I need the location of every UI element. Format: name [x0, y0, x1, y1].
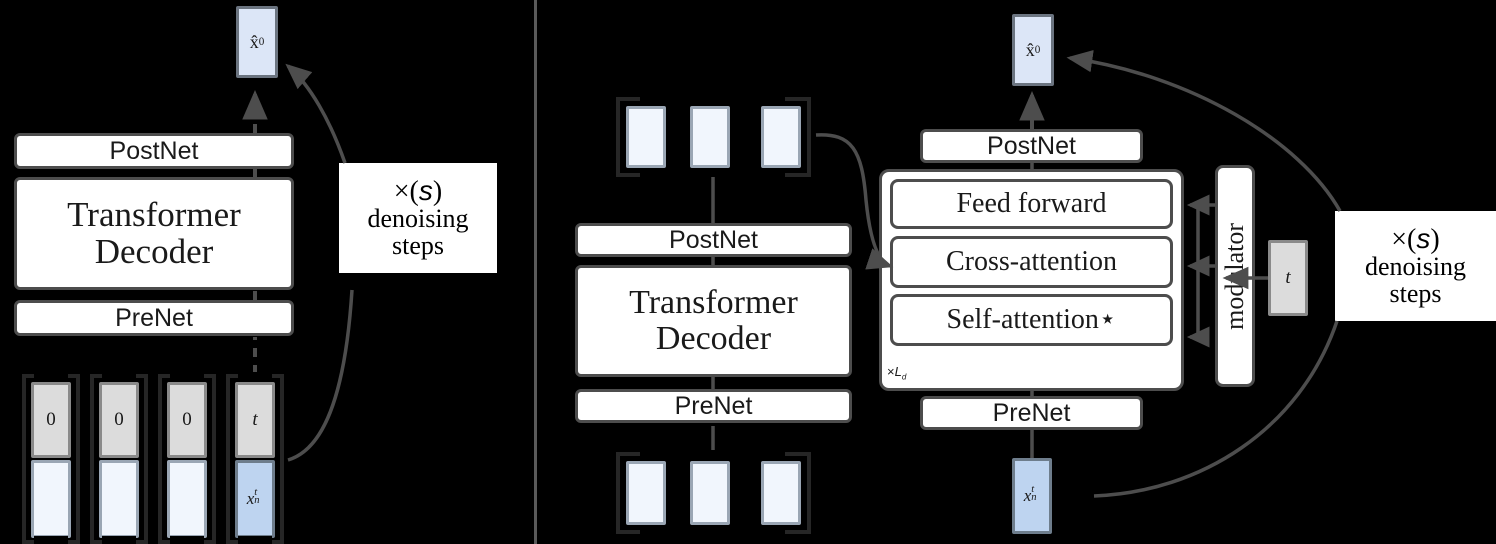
right-encoder-output-token — [690, 106, 730, 168]
right-output-token: x̂ 0 — [1012, 14, 1054, 86]
left-transformer-decoder-line2: Decoder — [94, 231, 214, 271]
right-layer-repeat-label: ×Ld — [887, 364, 906, 382]
right-encoder-prenet-box: PreNet — [575, 389, 852, 423]
left-denoising-steps-note: ×(s) denoising steps — [339, 163, 497, 273]
left-postnet-label: PostNet — [109, 136, 199, 165]
left-timestep-token-label: t — [252, 409, 258, 430]
right-decoder-postnet-box: PostNet — [920, 129, 1143, 163]
right-modulator-label: modulator — [1220, 222, 1250, 330]
right-encoder-prenet-label: PreNet — [674, 391, 753, 420]
right-noisy-input-label: x — [1023, 486, 1032, 505]
left-transformer-decoder-line1: Transformer — [67, 194, 241, 234]
left-token-top-label: 0 — [114, 409, 124, 430]
right-encoder-transformer-line1: Transformer — [629, 284, 798, 322]
right-note-line3: steps — [1389, 278, 1442, 308]
left-token-bottom — [31, 460, 71, 538]
bracket-mask — [238, 372, 272, 380]
left-note-prefix: ×( — [393, 175, 419, 207]
left-note-line1: ×(s) — [393, 174, 443, 207]
left-note-line3: steps — [392, 230, 444, 260]
right-encoder-output-token — [761, 106, 801, 168]
right-timestep-token: t — [1268, 240, 1308, 316]
right-panel: PostNet Transformer Decoder PreNet x̂ 0 P… — [537, 0, 1496, 544]
right-encoder-input-token — [626, 461, 666, 525]
right-feed-forward-box: Feed forward — [890, 179, 1173, 229]
left-prenet-box: PreNet — [14, 300, 294, 336]
bracket-mask — [102, 536, 136, 544]
left-noisy-token-sub: n — [254, 494, 260, 506]
right-self-attention-box: Self-attention⋆ — [890, 294, 1173, 346]
bracket-mask — [170, 372, 204, 380]
right-encoder-input-token — [761, 461, 801, 525]
right-note-line2: denoising — [1364, 252, 1467, 282]
right-note-var: s — [1416, 222, 1431, 254]
left-note-var: s — [418, 174, 433, 206]
left-token-bottom — [99, 460, 139, 538]
bracket-mask — [640, 169, 785, 177]
right-layer-repeat-sub: d — [901, 372, 907, 382]
right-output-token-superscript: 0 — [1034, 44, 1041, 56]
left-token-top: 0 — [31, 382, 71, 458]
left-output-token-superscript: 0 — [258, 36, 265, 48]
right-encoder-transformer-box: Transformer Decoder — [575, 265, 852, 377]
left-postnet-box: PostNet — [14, 133, 294, 169]
right-note-line1: ×(s) — [1391, 222, 1440, 255]
left-noisy-token: x t n — [235, 460, 275, 538]
bracket-mask — [640, 450, 785, 458]
left-token-bottom — [167, 460, 207, 538]
left-timestep-token: t — [235, 382, 275, 458]
bracket-mask — [640, 526, 785, 534]
right-encoder-postnet-box: PostNet — [575, 223, 852, 257]
left-note-line2: denoising — [367, 204, 469, 234]
right-layer-repeat-symbol: × — [887, 364, 895, 379]
left-output-token-label: x̂ — [249, 31, 259, 52]
left-panel: x̂ 0 PostNet Transformer Decoder PreNet 0… — [0, 0, 534, 544]
right-denoising-steps-note: ×(s) denoising steps — [1335, 211, 1496, 321]
right-layer-repeat-var: L — [894, 364, 902, 379]
left-token-top-label: 0 — [182, 409, 192, 430]
bracket-mask — [34, 536, 68, 544]
right-encoder-input-token — [690, 461, 730, 525]
left-prenet-label: PreNet — [115, 303, 193, 332]
bracket-mask — [102, 372, 136, 380]
right-encoder-output-token — [626, 106, 666, 168]
right-encoder-postnet-label: PostNet — [669, 225, 758, 254]
right-decoder-prenet-box: PreNet — [920, 396, 1143, 430]
left-token-top: 0 — [99, 382, 139, 458]
left-noisy-token-label: x — [246, 489, 255, 508]
left-token-top: 0 — [167, 382, 207, 458]
right-timestep-token-label: t — [1285, 267, 1291, 288]
bracket-mask — [238, 536, 272, 544]
right-modulator-box: modulator — [1215, 165, 1255, 387]
right-noisy-input-sub: n — [1031, 491, 1037, 503]
right-note-suffix: ) — [1430, 223, 1440, 255]
right-decoder-prenet-label: PreNet — [992, 398, 1071, 427]
bracket-mask — [640, 95, 785, 103]
left-token-top-label: 0 — [46, 409, 56, 430]
figure-canvas: x̂ 0 PostNet Transformer Decoder PreNet 0… — [0, 0, 1496, 544]
right-note-prefix: ×( — [1391, 223, 1417, 255]
right-self-attention-label: Self-attention⋆ — [946, 304, 1117, 336]
right-feed-forward-label: Feed forward — [956, 188, 1107, 220]
left-output-token: x̂ 0 — [236, 6, 278, 78]
right-cross-attention-label: Cross-attention — [945, 246, 1118, 278]
right-encoder-transformer-line2: Decoder — [655, 320, 772, 357]
right-cross-attention-box: Cross-attention — [890, 236, 1173, 288]
bracket-mask — [170, 536, 204, 544]
right-noisy-input-token: x t n — [1012, 458, 1052, 534]
left-note-suffix: ) — [432, 175, 443, 207]
right-decoder-postnet-label: PostNet — [987, 131, 1076, 160]
bracket-mask — [34, 372, 68, 380]
right-output-token-label: x̂ — [1025, 39, 1035, 60]
left-transformer-decoder-box: Transformer Decoder — [14, 177, 294, 290]
